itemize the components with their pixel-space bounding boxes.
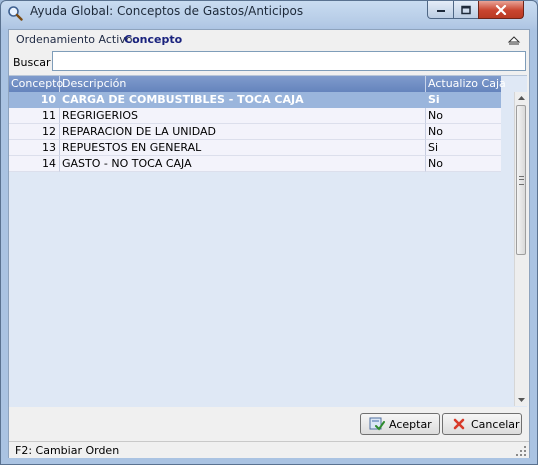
ordering-label: Ordenamiento Activo:	[16, 33, 137, 46]
table-row[interactable]: 10 CARGA DE COMBUSTIBLES - TOCA CAJA Si	[9, 92, 501, 108]
chevron-up-icon[interactable]	[507, 34, 521, 46]
cell-concepto: 12	[9, 124, 60, 140]
cell-actualizo-caja: No	[426, 156, 501, 172]
status-text: F2: Cambiar Orden	[15, 444, 120, 457]
vertical-scrollbar[interactable]	[514, 92, 528, 406]
cell-actualizo-caja: Si	[426, 92, 501, 108]
table-row[interactable]: 12 REPARACION DE LA UNIDAD No	[9, 124, 501, 140]
cell-concepto: 13	[9, 140, 60, 156]
cancel-button[interactable]: Cancelar	[442, 413, 522, 435]
close-icon	[495, 4, 507, 15]
title-bar[interactable]: Ayuda Global: Conceptos de Gastos/Antici…	[1, 1, 537, 29]
magnifier-icon	[7, 5, 23, 21]
table-body: 10 CARGA DE COMBUSTIBLES - TOCA CAJA Si …	[9, 92, 501, 172]
table-row[interactable]: 11 REGRIGERIOS No	[9, 108, 501, 124]
cell-actualizo-caja: No	[426, 108, 501, 124]
cancel-x-icon	[451, 417, 467, 431]
cell-concepto: 10	[9, 92, 60, 108]
cell-concepto: 14	[9, 156, 60, 172]
dialog-body: Ordenamiento Activo: Concepto Buscar Con…	[8, 29, 530, 458]
column-header-descripcion[interactable]: Descripción	[60, 76, 426, 92]
accept-button[interactable]: Aceptar	[360, 413, 440, 435]
scroll-up-arrow-icon[interactable]	[515, 92, 528, 104]
cell-descripcion: REPARACION DE LA UNIDAD	[60, 124, 426, 140]
table-header: Concepto Descripción Actualizo Caja	[9, 76, 506, 92]
table-row[interactable]: 14 GASTO - NO TOCA CAJA No	[9, 156, 501, 172]
table-row[interactable]: 13 REPUESTOS EN GENERAL Si	[9, 140, 501, 156]
scrollbar-thumb[interactable]	[516, 105, 526, 255]
minimize-icon	[436, 9, 445, 12]
accept-icon	[369, 417, 385, 431]
column-header-actualizo-caja[interactable]: Actualizo Caja	[426, 76, 506, 92]
minimize-button[interactable]	[427, 1, 454, 19]
ordering-value: Concepto	[124, 33, 183, 46]
cell-concepto: 11	[9, 108, 60, 124]
ordering-bar: Ordenamiento Activo: Concepto	[9, 30, 529, 50]
cell-actualizo-caja: Si	[426, 140, 501, 156]
resize-grip-icon[interactable]	[515, 445, 527, 457]
cell-descripcion: REPUESTOS EN GENERAL	[60, 140, 426, 156]
accept-label: Aceptar	[389, 418, 432, 431]
concepts-table: Concepto Descripción Actualizo Caja 10 C…	[9, 75, 528, 407]
window-title: Ayuda Global: Conceptos de Gastos/Antici…	[30, 4, 304, 18]
search-input[interactable]	[52, 51, 526, 71]
cell-actualizo-caja: No	[426, 124, 501, 140]
grip-lines-icon	[519, 176, 524, 185]
dialog-window: Ayuda Global: Conceptos de Gastos/Antici…	[0, 0, 538, 465]
cell-descripcion: GASTO - NO TOCA CAJA	[60, 156, 426, 172]
close-button[interactable]	[478, 1, 524, 19]
maximize-icon	[461, 5, 471, 14]
cell-descripcion: REGRIGERIOS	[60, 108, 426, 124]
status-bar: F2: Cambiar Orden	[9, 441, 529, 458]
maximize-button[interactable]	[453, 1, 479, 19]
scroll-down-arrow-icon[interactable]	[515, 394, 528, 406]
search-label: Buscar	[13, 56, 51, 69]
cancel-label: Cancelar	[471, 418, 520, 431]
cell-descripcion: CARGA DE COMBUSTIBLES - TOCA CAJA	[60, 92, 426, 108]
column-header-concepto[interactable]: Concepto	[9, 76, 63, 92]
